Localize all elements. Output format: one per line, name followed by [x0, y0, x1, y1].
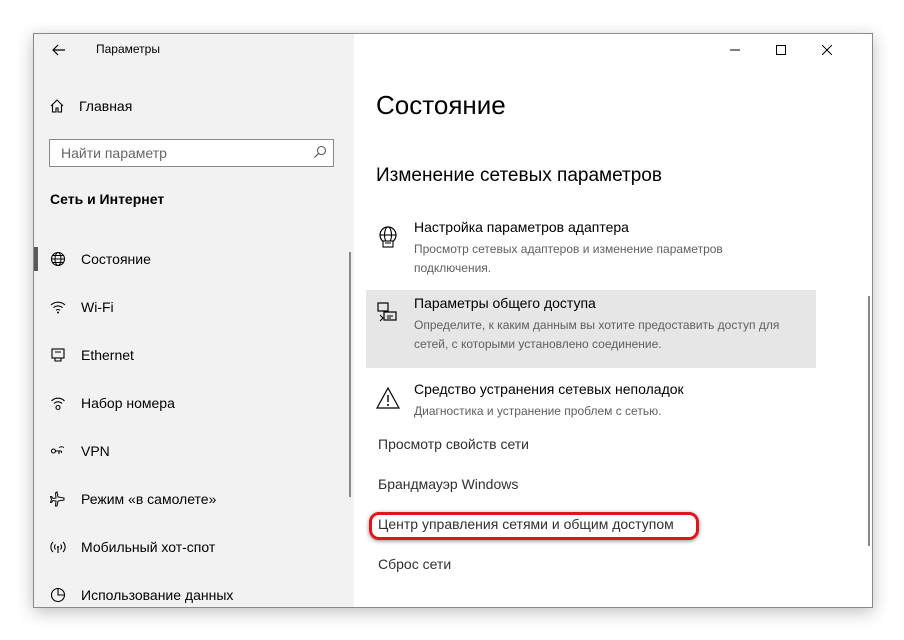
data-usage-icon: [50, 587, 66, 603]
sidebar-item-home[interactable]: Главная: [49, 94, 132, 118]
sidebar-item-status[interactable]: Состояние: [34, 239, 354, 279]
ethernet-icon: [51, 348, 65, 362]
dialup-icon: [51, 397, 65, 411]
main-content: Состояние Изменение сетевых параметров Н…: [354, 34, 872, 607]
option-description: Диагностика и устранение проблем с сетью…: [414, 404, 662, 418]
section-title: Изменение сетевых параметров: [376, 165, 662, 186]
link-network-properties[interactable]: Просмотр свойств сети: [378, 436, 529, 452]
sidebar: Параметры Главная Сеть и Интернет Состоя…: [34, 34, 354, 607]
airplane-icon: [50, 491, 65, 507]
highlight-annotation: [369, 512, 699, 540]
option-troubleshooter[interactable]: Средство устранения сетевых неполадок Ди…: [366, 376, 816, 420]
sidebar-item-label: VPN: [81, 443, 110, 459]
sidebar-item-data-usage[interactable]: Использование данных: [34, 575, 354, 607]
option-title: Средство устранения сетевых неполадок: [414, 381, 684, 397]
option-sharing-settings[interactable]: Параметры общего доступа Определите, к к…: [366, 290, 816, 368]
option-title: Параметры общего доступа: [414, 295, 596, 311]
sidebar-item-label: Состояние: [81, 251, 151, 267]
sidebar-item-label: Набор номера: [81, 395, 175, 411]
adapter-icon: [379, 226, 397, 248]
sidebar-item-ethernet[interactable]: Ethernet: [34, 335, 354, 375]
settings-window: Параметры Главная Сеть и Интернет Состоя…: [33, 33, 873, 608]
globe-icon: [50, 251, 66, 267]
hotspot-icon: [50, 541, 66, 553]
back-button[interactable]: [44, 36, 74, 64]
home-icon: [50, 99, 64, 113]
sidebar-item-vpn[interactable]: VPN: [34, 431, 354, 471]
sharing-icon: [377, 302, 397, 322]
home-label: Главная: [79, 98, 133, 114]
sidebar-item-airplane[interactable]: Режим «в самолете»: [34, 479, 354, 519]
link-windows-firewall[interactable]: Брандмауэр Windows: [378, 476, 518, 492]
maximize-button[interactable]: [758, 34, 804, 66]
minimize-icon: [730, 49, 740, 51]
option-title: Настройка параметров адаптера: [414, 219, 629, 235]
sidebar-item-label: Ethernet: [81, 347, 134, 363]
close-icon: [822, 45, 832, 55]
sidebar-item-label: Wi-Fi: [81, 299, 114, 315]
sidebar-item-hotspot[interactable]: Мобильный хот-спот: [34, 527, 354, 567]
link-network-reset[interactable]: Сброс сети: [378, 556, 451, 572]
main-scrollbar[interactable]: [868, 296, 870, 546]
sidebar-section-heading: Сеть и Интернет: [50, 191, 165, 207]
warning-icon: [376, 386, 400, 409]
sidebar-item-dialup[interactable]: Набор номера: [34, 383, 354, 423]
search-icon: [314, 145, 327, 158]
option-adapter-settings[interactable]: Настройка параметров адаптера Просмотр с…: [366, 214, 816, 280]
option-description: Определите, к каким данным вы хотите пре…: [414, 318, 780, 351]
option-description: Просмотр сетевых адаптеров и изменение п…: [414, 242, 723, 275]
sidebar-item-label: Мобильный хот-спот: [81, 539, 216, 555]
vpn-icon: [50, 446, 65, 454]
page-title: Состояние: [376, 90, 506, 120]
sidebar-scrollbar[interactable]: [349, 252, 351, 497]
search-input[interactable]: [50, 140, 311, 166]
back-arrow-icon: [52, 44, 65, 56]
maximize-icon: [776, 45, 786, 55]
sidebar-item-label: Режим «в самолете»: [81, 491, 217, 507]
app-title: Параметры: [96, 42, 160, 56]
close-button[interactable]: [804, 34, 850, 66]
minimize-button[interactable]: [712, 34, 758, 66]
sidebar-item-wifi[interactable]: Wi-Fi: [34, 287, 354, 327]
search-box[interactable]: [49, 139, 334, 167]
wifi-icon: [50, 301, 66, 314]
sidebar-item-label: Использование данных: [81, 587, 234, 603]
